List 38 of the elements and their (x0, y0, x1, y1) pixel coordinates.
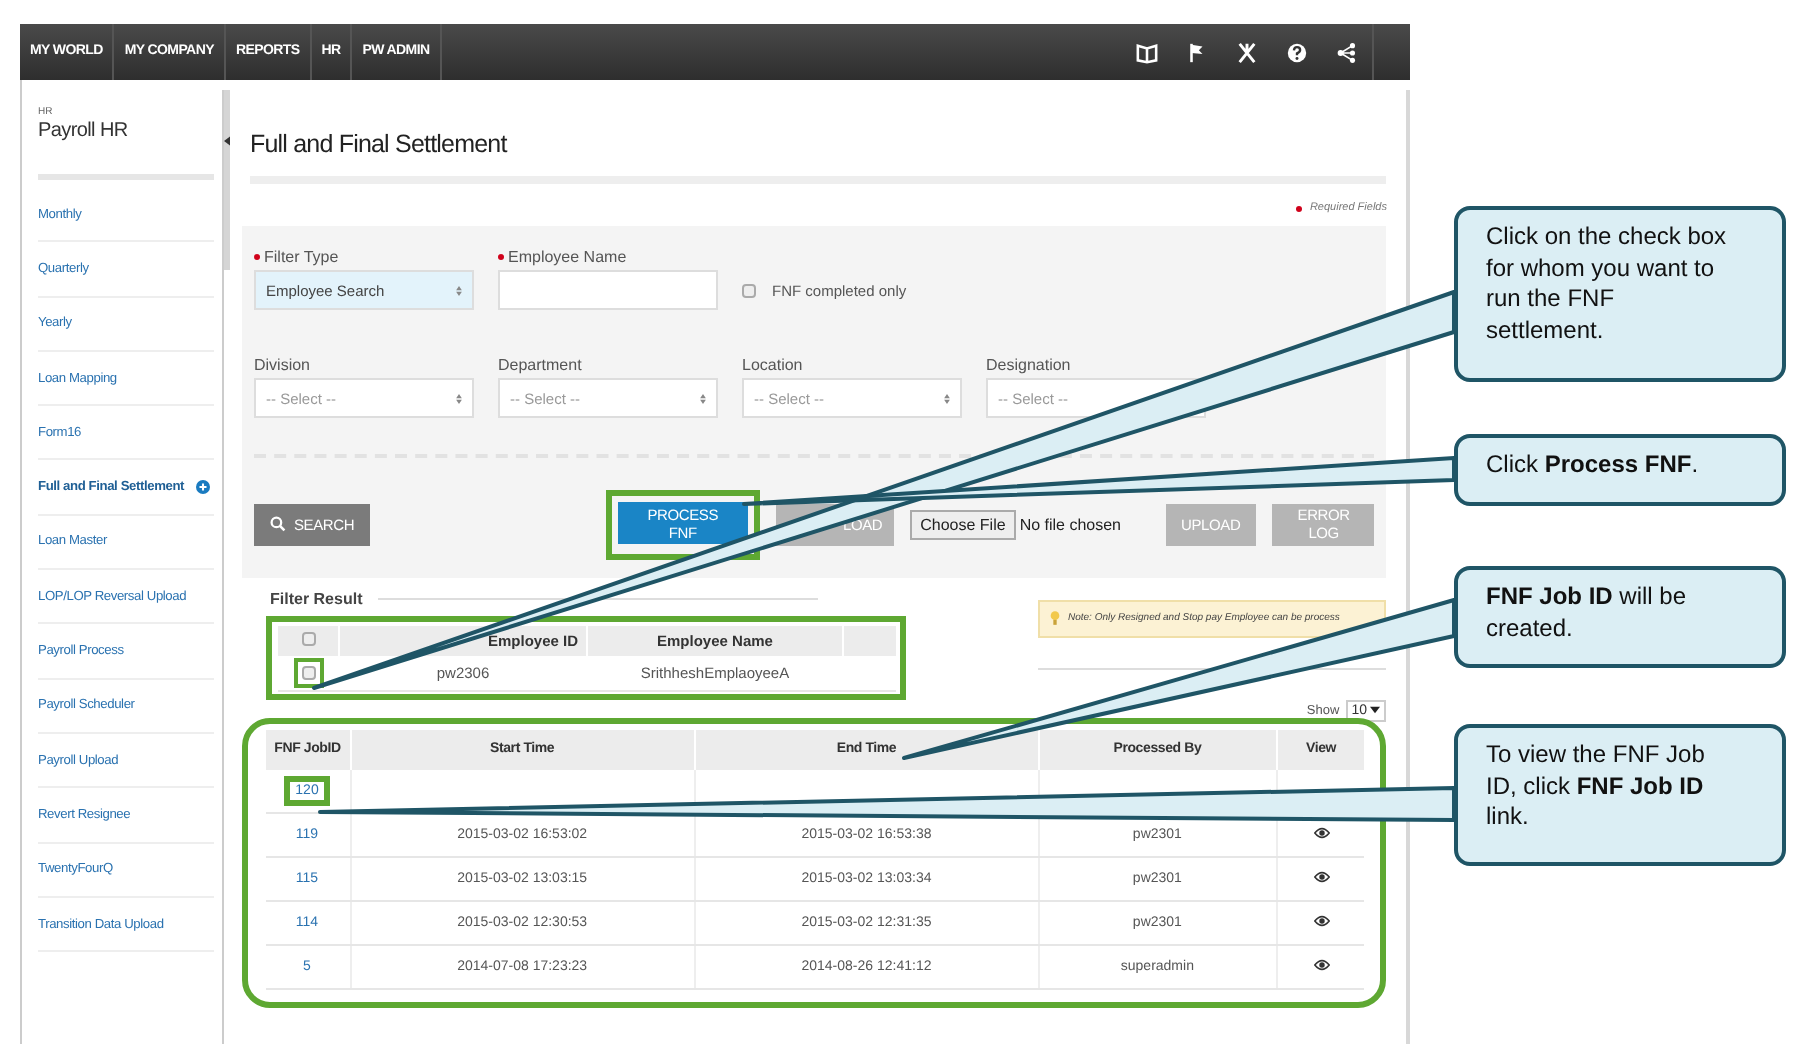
callout-text: Click Process FNF. (1486, 450, 1699, 478)
select-arrows-icon (456, 285, 462, 295)
field-label: Location (742, 355, 803, 373)
field-label: Division (254, 355, 311, 373)
eye-icon[interactable] (1313, 825, 1330, 839)
callout-text: To view the FNF Job ID, click FNF Job ID link. (1486, 740, 1705, 831)
help-icon[interactable] (1286, 41, 1308, 63)
eye-icon[interactable] (1313, 957, 1330, 971)
page-title: Full and Final Settlement (250, 130, 510, 158)
select-arrows-icon (700, 393, 706, 403)
field-label: Employee Name (508, 247, 627, 265)
search-icon (270, 516, 286, 533)
book-icon[interactable] (1136, 41, 1158, 63)
sidebar-title: Payroll HR (38, 120, 130, 142)
collapse-handle[interactable] (224, 90, 230, 270)
field-label: Department (498, 355, 582, 373)
flag-icon[interactable] (1186, 41, 1208, 63)
lightbulb-icon (1050, 609, 1060, 627)
plus-circle-icon (196, 480, 210, 495)
tools-icon[interactable] (1236, 41, 1258, 63)
file-status-text: No file chosen (1019, 515, 1122, 534)
input-field[interactable] (498, 270, 718, 310)
field-label: Designation (986, 355, 1071, 373)
callout-text: FNF Job ID will be created. (1486, 582, 1687, 642)
required-mark (1295, 205, 1302, 211)
checkbox[interactable] (301, 665, 315, 679)
section-heading: Filter Result (270, 589, 363, 607)
checkbox[interactable] (742, 283, 756, 297)
select-arrows-icon (456, 393, 462, 403)
field-label: Filter Type (264, 247, 339, 265)
eye-icon[interactable] (1313, 913, 1330, 927)
share-icon[interactable] (1336, 41, 1358, 63)
caret-icon (1370, 706, 1381, 714)
choose-file-button[interactable]: Choose File (910, 509, 1016, 540)
callout-text: Click on the check box for whom you want to run the FNF settlement. (1486, 222, 1727, 344)
checkbox[interactable] (301, 631, 315, 645)
eye-icon[interactable] (1313, 869, 1330, 883)
select-arrows-icon (944, 393, 950, 403)
